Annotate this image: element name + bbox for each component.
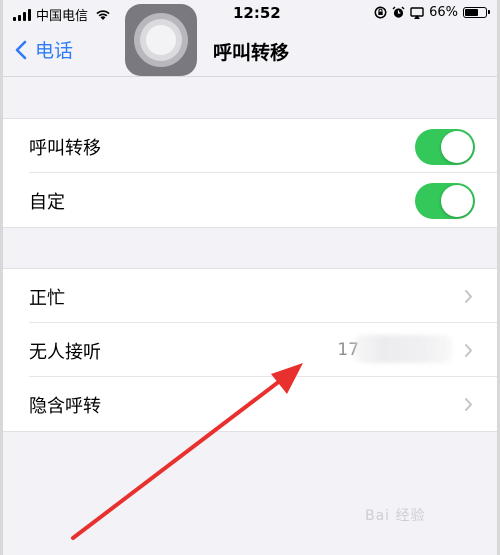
nav-divider (3, 76, 497, 77)
status-bar: 中国电信 12:52 66% (3, 0, 497, 28)
option-row-busy[interactable]: 正忙 (3, 269, 497, 323)
phone-screen: 中国电信 12:52 66% 电话 呼叫转移 呼叫转移 自定 正忙 无人接听 1… (0, 0, 500, 555)
wifi-icon (96, 10, 110, 20)
screen-mirroring-icon (410, 6, 424, 19)
back-button-label: 电话 (35, 40, 74, 62)
status-right: 66% (374, 5, 490, 20)
setting-row-call-forwarding: 呼叫转移 (3, 119, 497, 173)
toggle-settings-group: 呼叫转移 自定 (3, 118, 497, 228)
option-label: 无人接听 (29, 342, 101, 363)
chevron-right-icon (465, 290, 472, 303)
page-title: 呼叫转移 (213, 42, 290, 64)
status-left: 中国电信 (13, 5, 112, 24)
chevron-left-icon (15, 40, 27, 59)
status-time: 12:52 (233, 4, 281, 22)
chevron-right-icon (465, 398, 472, 411)
alarm-icon (392, 6, 405, 18)
signal-icon (13, 8, 31, 21)
setting-row-custom: 自定 (3, 173, 497, 227)
battery-fill (465, 9, 478, 16)
navigation-bar: 电话 呼叫转移 (3, 28, 497, 76)
call-forwarding-toggle[interactable] (415, 129, 475, 165)
carrier-name: 中国电信 (36, 9, 89, 24)
option-label: 正忙 (29, 288, 65, 309)
chevron-right-icon (465, 344, 472, 357)
option-row-implicit[interactable]: 隐含呼转 (3, 377, 497, 431)
battery-percent: 66% (429, 5, 458, 20)
rotation-lock-icon (374, 6, 387, 19)
setting-label: 呼叫转移 (29, 138, 101, 159)
forwarding-options-group: 正忙 无人接听 17 隐含呼转 (3, 268, 497, 432)
back-button[interactable]: 电话 (15, 36, 73, 63)
option-row-no-answer[interactable]: 无人接听 17 (3, 323, 497, 377)
option-label: 隐含呼转 (29, 396, 101, 417)
watermark-logo: Bai 经验 (365, 508, 426, 524)
custom-toggle[interactable] (415, 183, 475, 219)
battery-icon (463, 7, 490, 18)
setting-label: 自定 (29, 192, 65, 213)
assistive-touch-button[interactable] (125, 4, 197, 76)
redacted-number (353, 335, 453, 363)
